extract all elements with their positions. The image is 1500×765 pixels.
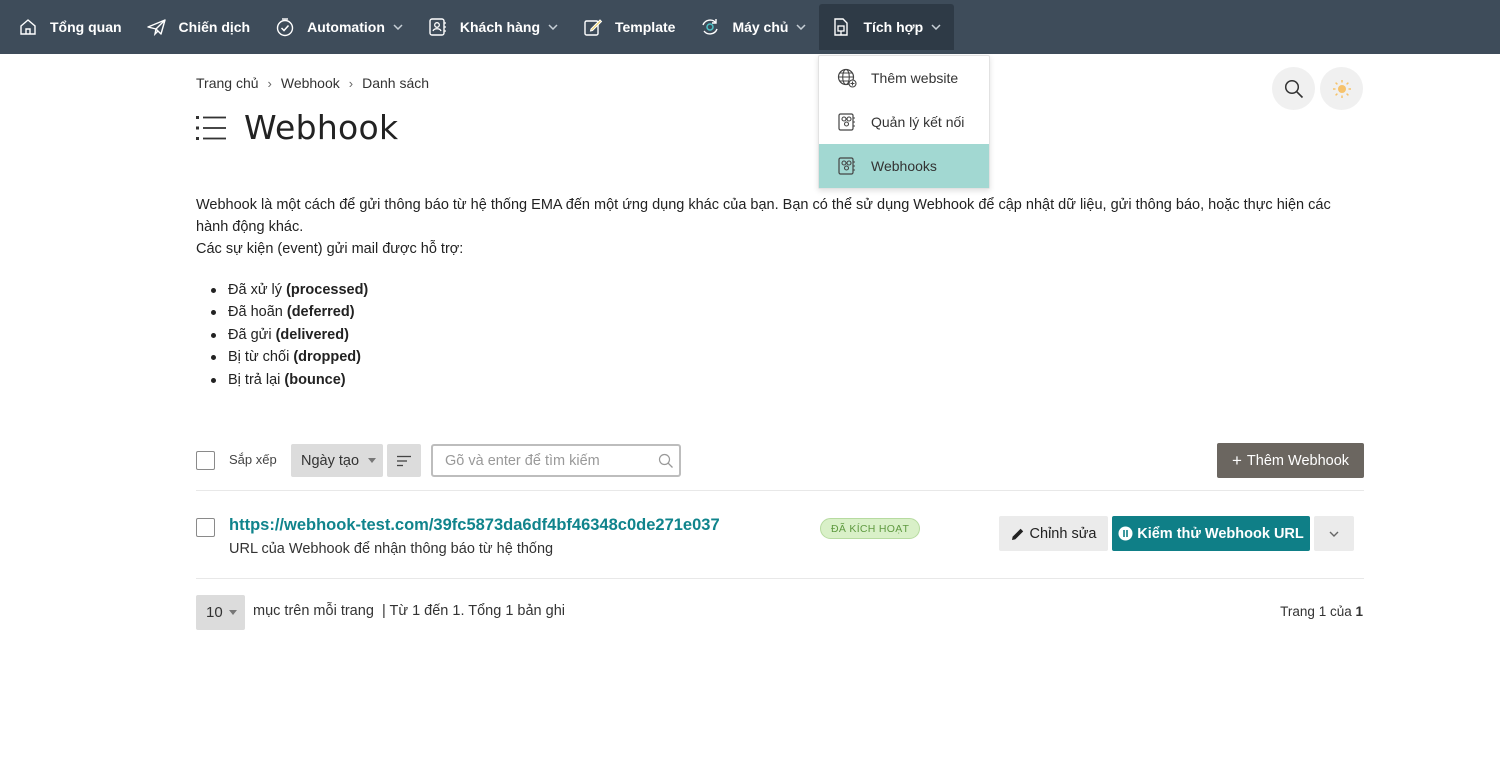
status-badge: ĐÃ KÍCH HOẠT bbox=[820, 518, 921, 539]
breadcrumb-home-link[interactable]: Trang chủ bbox=[196, 75, 259, 91]
nav-item-label: Máy chủ bbox=[732, 19, 789, 35]
nav-item-integrations[interactable]: Tích hợp bbox=[819, 4, 955, 50]
webhook-description: Webhook là một cách để gửi thông báo từ … bbox=[196, 194, 1356, 260]
nav-item-label: Template bbox=[615, 19, 676, 35]
integrations-dropdown-menu: Thêm website Quản lý kết nối Webhooks bbox=[818, 55, 990, 189]
sort-direction-button[interactable] bbox=[387, 444, 421, 477]
nav-item-label: Tích hợp bbox=[863, 19, 924, 35]
breadcrumb: Trang chủ › Webhook › Danh sách bbox=[196, 75, 429, 91]
list-item: Đã gửi (delivered) bbox=[210, 324, 368, 346]
chevron-down-icon bbox=[1329, 531, 1339, 537]
select-all-checkbox[interactable] bbox=[196, 451, 215, 470]
supported-events-heading: Các sự kiện (event) gửi mail được hỗ trợ… bbox=[196, 241, 464, 257]
clock-check-icon bbox=[275, 17, 295, 37]
page-title: Webhook bbox=[244, 108, 399, 147]
test-webhook-label: Kiểm thử Webhook URL bbox=[1137, 525, 1304, 542]
plus-icon: + bbox=[1231, 451, 1242, 470]
pagination-summary: mục trên mỗi trang | Từ 1 đến 1. Tổng 1 … bbox=[253, 603, 565, 619]
globe-plus-icon bbox=[837, 68, 857, 88]
search-field[interactable] bbox=[431, 444, 681, 477]
breadcrumb-separator: › bbox=[348, 75, 354, 91]
list-item: Đã xử lý (processed) bbox=[210, 279, 368, 301]
row-checkbox[interactable] bbox=[196, 518, 215, 537]
per-page-value: 10 bbox=[206, 604, 223, 621]
divider bbox=[196, 490, 1364, 491]
connection-icon bbox=[837, 112, 857, 132]
home-icon bbox=[18, 17, 38, 37]
caret-down-icon bbox=[229, 610, 237, 615]
nav-item-label: Khách hàng bbox=[459, 19, 540, 35]
per-page-select[interactable]: 10 bbox=[196, 595, 245, 630]
breadcrumb-separator: › bbox=[267, 75, 272, 91]
edit-document-icon bbox=[583, 17, 603, 37]
nav-item-template[interactable]: Template bbox=[571, 0, 688, 54]
nav-item-label: Chiến dịch bbox=[178, 19, 251, 35]
list-item: Bị từ chối (dropped) bbox=[210, 346, 368, 368]
page-indicator: Trang 1 của 1 bbox=[1280, 604, 1363, 619]
top-navigation: Tổng quan Chiến dịch Automation Khách hà… bbox=[0, 0, 1500, 54]
paper-plane-icon bbox=[146, 17, 167, 37]
menu-item-webhooks[interactable]: Webhooks bbox=[819, 144, 989, 188]
webhook-url-link[interactable]: https://webhook-test.com/39fc5873da6df4b… bbox=[229, 516, 720, 535]
webhook-url-description: URL của Webhook để nhận thông báo từ hệ … bbox=[229, 541, 554, 557]
nav-item-campaigns[interactable]: Chiến dịch bbox=[135, 0, 264, 54]
breadcrumb-current: Danh sách bbox=[362, 75, 430, 91]
divider bbox=[196, 578, 1364, 579]
chevron-down-icon bbox=[393, 24, 403, 30]
menu-item-manage-connections[interactable]: Quản lý kết nối bbox=[819, 100, 989, 144]
server-sync-icon bbox=[700, 17, 720, 37]
edit-button[interactable]: Chỉnh sửa bbox=[999, 516, 1108, 551]
list-item: Bị trả lại (bounce) bbox=[210, 369, 368, 391]
nav-item-customers[interactable]: Khách hàng bbox=[416, 0, 571, 54]
chevron-down-icon bbox=[548, 24, 558, 30]
menu-item-label: Quản lý kết nối bbox=[871, 114, 965, 130]
menu-item-label: Thêm website bbox=[871, 70, 959, 86]
nav-item-label: Tổng quan bbox=[50, 19, 122, 35]
nav-item-servers[interactable]: Máy chủ bbox=[688, 0, 819, 54]
edit-label: Chỉnh sửa bbox=[1029, 525, 1097, 542]
nav-item-label: Automation bbox=[307, 19, 385, 35]
more-actions-button[interactable] bbox=[1314, 516, 1354, 551]
search-button[interactable] bbox=[1272, 67, 1315, 110]
event-list: Đã xử lý (processed) Đã hoãn (deferred) … bbox=[210, 279, 368, 391]
webhook-icon bbox=[837, 156, 857, 176]
search-input[interactable] bbox=[445, 446, 655, 475]
nav-item-automation[interactable]: Automation bbox=[263, 0, 416, 54]
caret-down-icon bbox=[368, 458, 376, 463]
description-text: Webhook là một cách để gửi thông báo từ … bbox=[196, 197, 1331, 235]
search-icon bbox=[1284, 79, 1304, 99]
sort-field-select[interactable]: Ngày tạo bbox=[291, 444, 383, 477]
sort-label: Sắp xếp bbox=[229, 452, 277, 467]
search-icon bbox=[658, 453, 674, 473]
list-item: Đã hoãn (deferred) bbox=[210, 301, 368, 323]
test-webhook-url-button[interactable]: Kiểm thử Webhook URL bbox=[1112, 516, 1310, 551]
list-icon bbox=[196, 115, 226, 141]
integration-icon bbox=[831, 17, 851, 37]
nav-item-overview[interactable]: Tổng quan bbox=[6, 0, 135, 54]
menu-item-label: Webhooks bbox=[871, 158, 937, 174]
theme-toggle-button[interactable] bbox=[1320, 67, 1363, 110]
pencil-icon bbox=[1011, 527, 1025, 541]
sort-lines-icon bbox=[396, 455, 412, 467]
test-icon bbox=[1118, 526, 1133, 541]
menu-item-add-website[interactable]: Thêm website bbox=[819, 56, 989, 100]
contacts-icon bbox=[428, 17, 448, 37]
add-webhook-button[interactable]: + Thêm Webhook bbox=[1217, 443, 1364, 478]
breadcrumb-webhook-link[interactable]: Webhook bbox=[281, 75, 340, 91]
add-webhook-label: Thêm Webhook bbox=[1246, 452, 1350, 469]
chevron-down-icon bbox=[931, 24, 941, 30]
page-header: Webhook bbox=[196, 108, 398, 147]
sort-field-value: Ngày tạo bbox=[301, 452, 360, 469]
sun-icon bbox=[1332, 79, 1352, 99]
chevron-down-icon bbox=[796, 24, 806, 30]
